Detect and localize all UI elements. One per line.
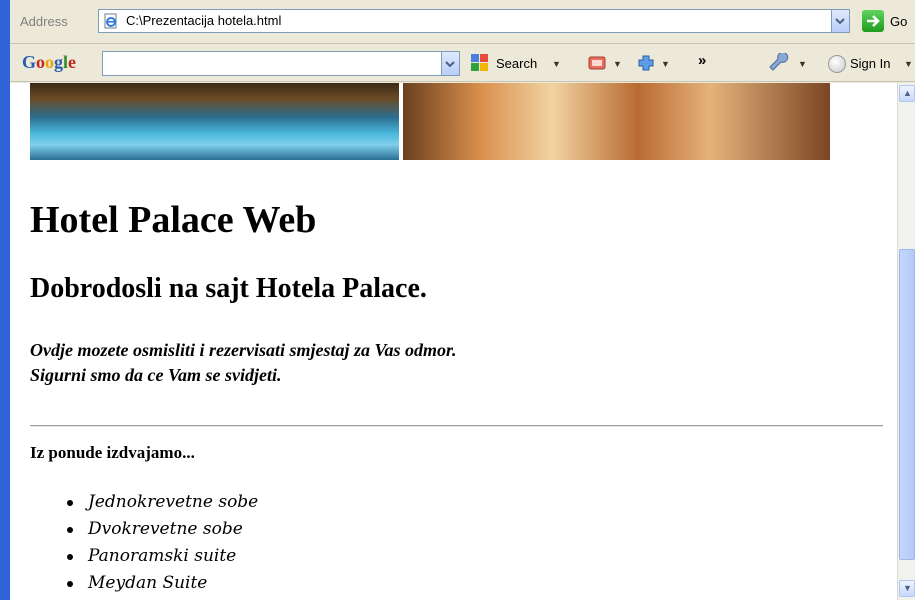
circle-icon[interactable] — [828, 55, 846, 73]
offer-label: Meydan Suite — [88, 573, 208, 593]
sign-in-caret-icon[interactable]: ▼ — [904, 59, 913, 69]
chevron-down-icon — [835, 18, 845, 25]
offer-label: Jednokrevetne sobe — [88, 492, 259, 512]
sign-in-button[interactable]: Sign In — [850, 56, 890, 71]
popup-caret-icon[interactable]: ▼ — [613, 59, 622, 69]
list-item: Jednokrevetne sobe — [66, 492, 258, 519]
browser-window: Address C:\Prezentacija hotela.html Go G… — [0, 0, 915, 600]
intro-text-line: Ovdje mozete osmisliti i rezervisati smj… — [30, 340, 457, 360]
plus-caret-icon[interactable]: ▼ — [661, 59, 670, 69]
address-label: Address — [20, 14, 68, 29]
google-search-button[interactable]: Search — [496, 56, 537, 71]
list-item: Dvokrevetne sobe — [66, 519, 258, 546]
address-input[interactable]: C:\Prezentacija hotela.html — [98, 9, 832, 33]
bullet-icon — [67, 554, 73, 560]
featured-heading: Iz ponude izdvajamo... — [30, 443, 195, 462]
address-bar: Address C:\Prezentacija hotela.html Go — [10, 0, 915, 44]
address-dropdown-button[interactable] — [832, 9, 850, 33]
google-search-dropdown[interactable] — [442, 51, 460, 76]
arrow-up-icon: ▲ — [903, 88, 912, 98]
plus-icon[interactable] — [636, 54, 656, 72]
hotel-lobby-image — [403, 83, 830, 160]
settings-caret-icon[interactable]: ▼ — [798, 59, 807, 69]
offer-list: Jednokrevetne sobe Dvokrevetne sobe Pano… — [66, 492, 258, 600]
offer-label: Panoramski suite — [88, 546, 237, 566]
google-search-icon[interactable] — [469, 52, 491, 74]
bullet-icon — [67, 500, 73, 506]
horizontal-divider — [30, 425, 883, 427]
scroll-up-button[interactable]: ▲ — [899, 85, 915, 102]
go-arrow-icon[interactable] — [862, 10, 884, 32]
bullet-icon — [67, 527, 73, 533]
chevron-down-icon — [445, 61, 455, 68]
list-item: Meydan Suite — [66, 573, 258, 600]
more-chevron-icon[interactable]: » — [698, 52, 706, 69]
address-value: C:\Prezentacija hotela.html — [126, 13, 282, 28]
scroll-thumb[interactable] — [899, 249, 915, 560]
intro-text-line: Sigurni smo da ce Vam se svidjeti. — [30, 365, 282, 385]
ie-page-icon — [104, 13, 117, 29]
page-viewport[interactable]: Hotel Palace Web Dobrodosli na sajt Hote… — [10, 83, 897, 600]
offer-label: Dvokrevetne sobe — [88, 519, 243, 539]
window-left-border — [0, 0, 10, 600]
search-caret-icon[interactable]: ▼ — [552, 59, 561, 69]
bullet-icon — [67, 581, 73, 587]
google-logo[interactable]: Google — [22, 52, 76, 73]
google-toolbar: Google Search ▼ ▼ ▼ » ▼ Sign In ▼ — [10, 44, 915, 82]
scroll-down-button[interactable]: ▼ — [899, 580, 915, 597]
go-button[interactable]: Go — [890, 14, 907, 29]
welcome-heading: Dobrodosli na sajt Hotela Palace. — [30, 273, 427, 304]
google-search-input[interactable] — [102, 51, 442, 76]
popup-blocker-icon[interactable] — [587, 54, 607, 72]
list-item: Panoramski suite — [66, 546, 258, 573]
arrow-down-icon: ▼ — [903, 583, 912, 593]
wrench-icon[interactable] — [768, 53, 790, 73]
hotel-pool-image — [30, 83, 399, 160]
page-title: Hotel Palace Web — [30, 199, 317, 241]
vertical-scrollbar[interactable]: ▲ ▼ — [897, 83, 915, 600]
